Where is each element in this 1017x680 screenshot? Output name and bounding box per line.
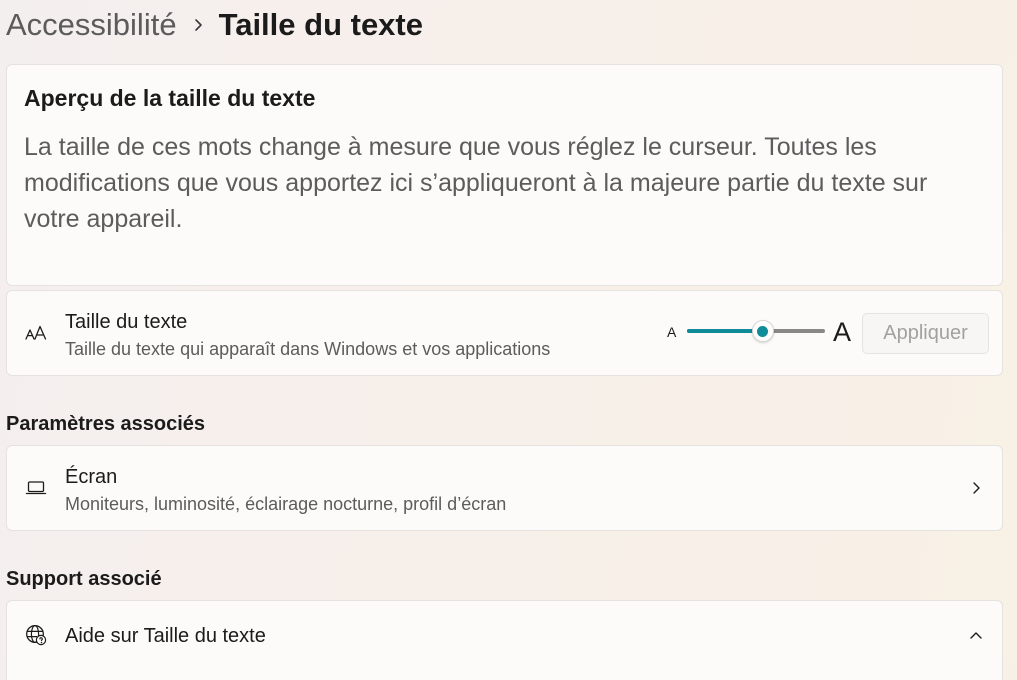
help-title: Aide sur Taille du texte — [65, 625, 266, 647]
slider-large-label: A — [833, 317, 852, 347]
related-setting-screen[interactable]: Écran Moniteurs, luminosité, éclairage n… — [6, 445, 1003, 531]
related-support-heading: Support associé — [6, 568, 162, 590]
text-size-title: Taille du texte — [65, 311, 188, 333]
slider-thumb-dot — [757, 325, 769, 337]
text-size-icon — [24, 321, 48, 345]
text-size-slider[interactable] — [687, 319, 825, 343]
preview-text: La taille de ces mots change à mesure qu… — [24, 133, 928, 233]
breadcrumb-parent[interactable]: Accessibilité — [6, 7, 177, 43]
text-size-subtitle: Taille du texte qui apparaît dans Window… — [65, 339, 551, 359]
help-text-size-expander[interactable]: Aide sur Taille du texte — [6, 600, 1003, 680]
breadcrumb: Accessibilité Taille du texte — [6, 4, 423, 46]
preview-title: Aperçu de la taille du texte — [24, 85, 316, 111]
slider-small-label: A — [667, 324, 677, 340]
text-preview-card: Aperçu de la taille du texte La taille d… — [6, 64, 1003, 286]
screen-subtitle: Moniteurs, luminosité, éclairage nocturn… — [65, 494, 507, 514]
screen-title: Écran — [65, 466, 118, 488]
chevron-up-icon[interactable] — [968, 627, 984, 643]
text-size-setting: Taille du texte Taille du texte qui appa… — [6, 290, 1003, 376]
laptop-icon — [24, 476, 48, 500]
page-title: Taille du texte — [218, 7, 423, 42]
apply-button[interactable]: Appliquer — [862, 313, 989, 354]
related-settings-heading: Paramètres associés — [6, 413, 206, 435]
globe-icon — [24, 623, 48, 647]
breadcrumb-chevron-icon — [177, 4, 219, 46]
slider-thumb[interactable] — [751, 320, 774, 342]
chevron-right-icon — [968, 480, 984, 496]
